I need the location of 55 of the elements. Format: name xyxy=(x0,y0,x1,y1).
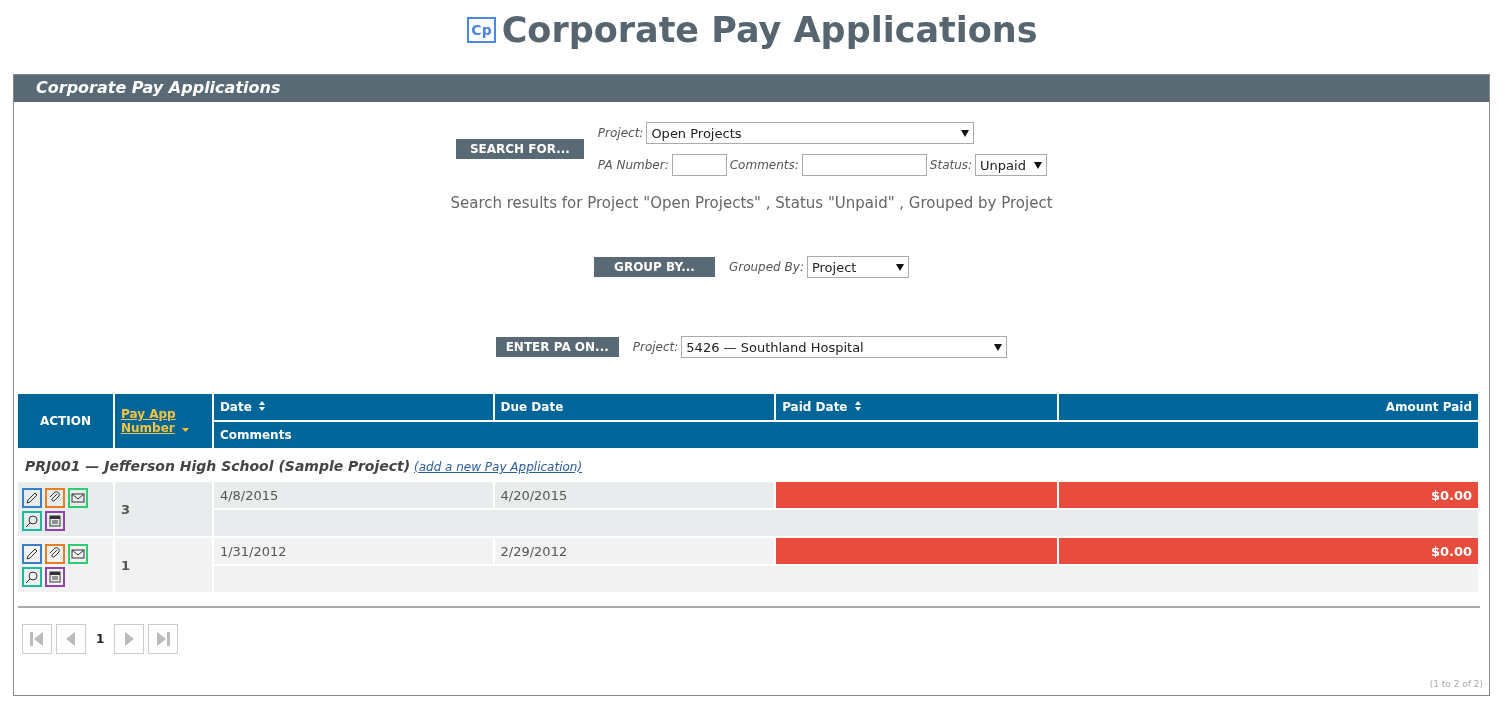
calendar-icon[interactable] xyxy=(45,566,65,587)
left-triangle-icon xyxy=(30,632,44,646)
email-icon[interactable] xyxy=(68,543,88,564)
panel-title: Corporate Pay Applications xyxy=(14,75,1489,102)
search-summary: Search results for Project "Open Projects" , Status "Unpaid" , Grouped by Project xyxy=(449,194,1054,212)
column-header: Due Date xyxy=(493,393,776,421)
column-header: ACTION xyxy=(17,393,114,449)
field-label: Project: xyxy=(597,126,644,140)
view-icon[interactable] xyxy=(22,510,42,531)
view-icon[interactable] xyxy=(22,566,42,587)
dropdown-arrow-icon xyxy=(961,129,970,137)
group-by-select[interactable]: Project xyxy=(806,256,909,278)
search-for-button[interactable]: SEARCH FOR... xyxy=(455,139,584,159)
field-label: Status: xyxy=(929,158,973,172)
app-logo: Cp xyxy=(467,17,496,43)
group-by-button[interactable]: GROUP BY... xyxy=(594,257,715,277)
enter-pa-project-select[interactable]: 5426 — Southland Hospital xyxy=(681,336,1008,358)
column-header: Comments xyxy=(212,421,1479,449)
comments-field[interactable] xyxy=(801,154,927,176)
table-cell: 1 xyxy=(113,537,213,593)
project-select[interactable]: Open Projects xyxy=(646,122,975,144)
table-cell: $0.00 xyxy=(1057,537,1479,565)
table-cell: 3 xyxy=(113,481,213,537)
calendar-icon[interactable] xyxy=(45,510,65,531)
dropdown-arrow-icon xyxy=(994,343,1003,351)
field-label: Project: xyxy=(632,340,679,354)
email-icon[interactable] xyxy=(68,487,88,508)
page-title: Corporate Pay Applications xyxy=(501,10,1038,50)
status-select[interactable]: Unpaid xyxy=(975,154,1048,176)
field-label: PA Number: xyxy=(597,158,669,172)
field-label: Comments: xyxy=(729,158,799,172)
column-header[interactable]: Date xyxy=(212,393,494,421)
pa-number-field[interactable] xyxy=(671,154,727,176)
page-number[interactable]: 1 xyxy=(90,632,111,646)
field-label: Grouped By: xyxy=(728,260,804,274)
right-triangle-icon xyxy=(156,632,171,646)
table-cell: 4/8/2015 xyxy=(212,481,494,509)
table-cell: 4/20/2015 xyxy=(493,481,776,509)
table-cell: 1/31/2012 xyxy=(212,537,494,565)
edit-icon[interactable] xyxy=(22,543,42,564)
dropdown-arrow-icon xyxy=(1034,161,1043,169)
attach-icon[interactable] xyxy=(45,543,65,564)
add-pay-application-link[interactable]: (add a new Pay Application) xyxy=(414,460,583,474)
result-range: (1 to 2 of 2) xyxy=(1428,679,1484,691)
column-header[interactable]: Pay App Number xyxy=(113,393,213,449)
table-cell: 2/29/2012 xyxy=(493,537,776,565)
enter-pa-button[interactable]: ENTER PA ON... xyxy=(495,337,619,357)
table-cell: $0.00 xyxy=(1057,481,1479,509)
left-triangle-icon xyxy=(64,632,78,646)
column-header: Amount Paid xyxy=(1057,393,1479,421)
dropdown-arrow-icon xyxy=(895,263,904,271)
group-title: PRJ001 — Jefferson High School (Sample Project) xyxy=(25,458,411,474)
edit-icon[interactable] xyxy=(22,487,42,508)
column-header[interactable]: Paid Date xyxy=(775,393,1058,421)
attach-icon[interactable] xyxy=(45,487,65,508)
